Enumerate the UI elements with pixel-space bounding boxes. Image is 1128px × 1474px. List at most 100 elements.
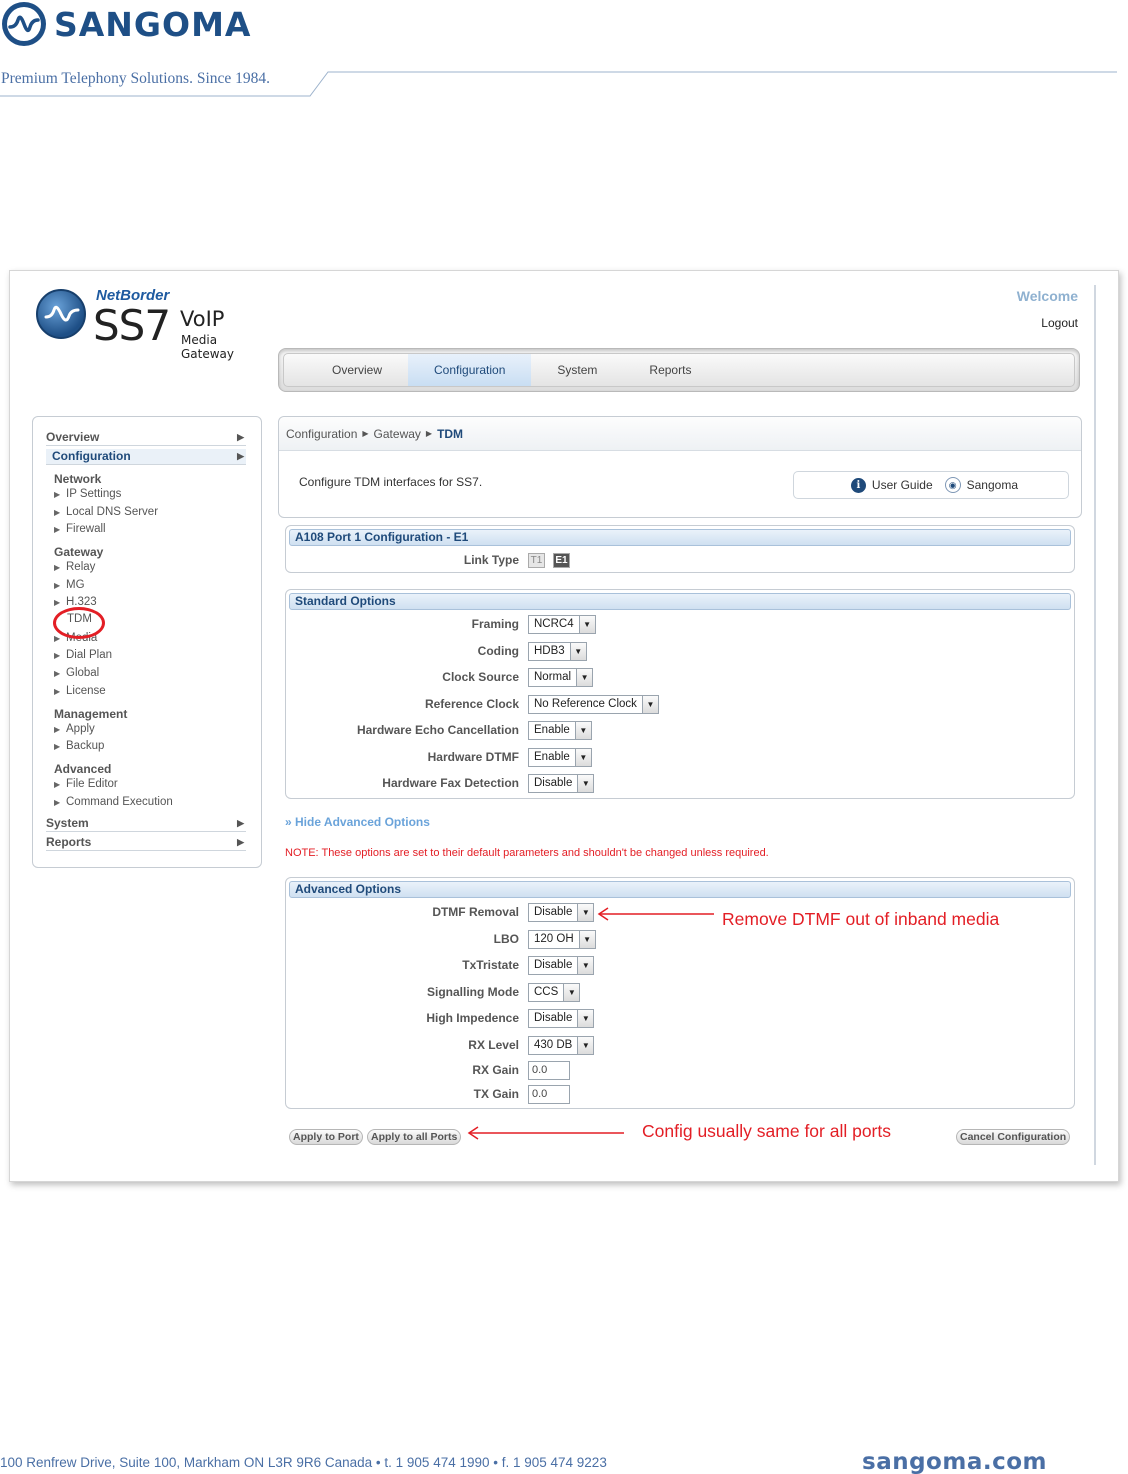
product-name: SS7 [93, 301, 171, 350]
sidebar-group-gateway: Gateway [54, 545, 104, 559]
rx-level-row: RX Level 430 DB ▼ [286, 1035, 1074, 1055]
bullet-arrow-icon: ▶ [54, 687, 61, 696]
info-icon: i [850, 477, 866, 493]
select-value: Disable [534, 906, 573, 918]
select-value: Enable [534, 751, 570, 763]
sidebar-item-backup[interactable]: ▶ Backup [54, 740, 104, 752]
sangoma-doc-logo: SANGOMA [2, 2, 251, 46]
echo-cancel-label: Hardware Echo Cancellation [356, 723, 519, 737]
tab-system[interactable]: System [531, 354, 623, 386]
sidebar-system-label: System [46, 816, 89, 830]
chevron-right-icon: ▶ [237, 451, 244, 461]
netborder-logo: NetBorder SS7 VoIP Media Gateway [36, 287, 266, 361]
hide-advanced-link[interactable]: » Hide Advanced Options [285, 815, 430, 829]
app-screenshot: NetBorder SS7 VoIP Media Gateway Welcome… [9, 270, 1119, 1182]
rx-gain-input[interactable] [528, 1060, 570, 1080]
bullet-arrow-icon: ▶ [54, 563, 61, 572]
tx-gain-input[interactable] [528, 1084, 570, 1104]
framing-row: Framing NCRC4 ▼ [286, 614, 1074, 634]
sidebar-item-file-editor[interactable]: ▶ File Editor [54, 778, 118, 790]
page-description: Configure TDM interfaces for SS7. [299, 475, 483, 489]
sidebar-item-apply[interactable]: ▶ Apply [54, 723, 95, 735]
sidebar-reports[interactable]: Reports ▶ [46, 835, 246, 851]
tab-reports[interactable]: Reports [623, 354, 717, 386]
txtristate-select[interactable]: Disable ▼ [528, 956, 595, 975]
chevron-right-icon: ▶ [237, 818, 244, 828]
reference-clock-select[interactable]: No Reference Clock ▼ [528, 695, 659, 714]
hardware-dtmf-label: Hardware DTMF [427, 750, 519, 764]
select-value: Disable [534, 1012, 573, 1024]
bullet-arrow-icon: ▶ [54, 780, 61, 789]
link-type-e1-button[interactable]: E1 [553, 553, 570, 568]
sidebar-group-network: Network [54, 472, 102, 486]
main-tabbar: Overview Configuration System Reports [278, 348, 1080, 392]
sidebar: Overview ▶ Configuration ▶ Network ▶ IP Set… [32, 416, 262, 868]
sidebar-system[interactable]: System ▶ [46, 816, 246, 832]
dropdown-arrow-icon: ▼ [577, 1037, 594, 1054]
breadcrumb-gateway[interactable]: Gateway [374, 427, 421, 441]
sidebar-item-local-dns[interactable]: ▶ Local DNS Server [54, 506, 158, 518]
rx-gain-label: RX Gain [472, 1063, 519, 1077]
sidebar-group-advanced: Advanced [54, 762, 112, 776]
bullet-arrow-icon: ▶ [54, 490, 61, 499]
tab-configuration[interactable]: Configuration [408, 354, 532, 386]
sidebar-configuration[interactable]: Configuration ▶ [46, 449, 246, 465]
select-value: 430 DB [534, 1039, 573, 1051]
reference-clock-label: Reference Clock [424, 697, 519, 711]
tagline: Premium Telephony Solutions. Since 1984. [1, 70, 271, 87]
bullet-arrow-icon: ▶ [54, 725, 61, 734]
tab-overview[interactable]: Overview [306, 354, 408, 386]
echo-cancel-row: Hardware Echo Cancellation Enable ▼ [286, 720, 1074, 740]
bullet-arrow-icon: ▶ [54, 581, 61, 590]
guide-links: i User Guide ◉ Sangoma [793, 471, 1069, 499]
cancel-configuration-button[interactable]: Cancel Configuration [956, 1129, 1071, 1145]
fax-detection-select[interactable]: Disable ▼ [528, 774, 595, 793]
rx-level-select[interactable]: 430 DB ▼ [528, 1036, 595, 1055]
apply-to-port-button[interactable]: Apply to Port [289, 1129, 363, 1145]
dtmf-removal-select[interactable]: Disable ▼ [528, 903, 595, 922]
sidebar-item-mg[interactable]: ▶ MG [54, 579, 85, 591]
select-value: Enable [534, 724, 570, 736]
annotation-dtmf: Remove DTMF out of inband media [722, 909, 1000, 929]
sidebar-item-command-execution[interactable]: ▶ Command Execution [54, 796, 173, 808]
high-impedence-select[interactable]: Disable ▼ [528, 1009, 595, 1028]
netborder-logo-icon [36, 289, 86, 339]
sidebar-item-label: Apply [66, 723, 95, 735]
tx-gain-row: TX Gain [286, 1084, 1074, 1104]
sidebar-item-firewall[interactable]: ▶ Firewall [54, 523, 106, 535]
sidebar-item-ip-settings[interactable]: ▶ IP Settings [54, 488, 121, 500]
advanced-note: NOTE: These options are set to their def… [285, 847, 769, 859]
bullet-arrow-icon: ▶ [54, 651, 61, 660]
dropdown-arrow-icon: ▼ [641, 696, 658, 713]
logout-link[interactable]: Logout [1041, 316, 1078, 330]
sidebar-item-global[interactable]: ▶ Global [54, 667, 99, 679]
rx-gain-row: RX Gain [286, 1060, 1074, 1080]
signalling-mode-row: Signalling Mode CCS ▼ [286, 982, 1074, 1002]
hardware-dtmf-select[interactable]: Enable ▼ [528, 748, 592, 767]
sidebar-item-dial-plan[interactable]: ▶ Dial Plan [54, 649, 112, 661]
footer-address: 100 Renfrew Drive, Suite 100, Markham ON… [0, 1455, 607, 1470]
user-guide-link[interactable]: User Guide [872, 478, 933, 492]
lbo-label: LBO [493, 932, 519, 946]
echo-cancel-select[interactable]: Enable ▼ [528, 721, 592, 740]
apply-to-all-ports-button[interactable]: Apply to all Ports [367, 1129, 462, 1145]
framing-select[interactable]: NCRC4 ▼ [528, 615, 596, 634]
dropdown-arrow-icon: ▼ [577, 1010, 594, 1027]
sidebar-item-relay[interactable]: ▶ Relay [54, 561, 95, 573]
sidebar-item-label: Backup [66, 740, 105, 752]
clock-source-select[interactable]: Normal ▼ [528, 668, 594, 687]
lbo-select[interactable]: 120 OH ▼ [528, 930, 596, 949]
signalling-mode-select[interactable]: CCS ▼ [528, 983, 581, 1002]
coding-label: Coding [477, 644, 519, 658]
link-type-t1-button[interactable]: T1 [528, 553, 545, 568]
product-sub: VoIP [180, 307, 225, 331]
sidebar-overview[interactable]: Overview ▶ [46, 430, 246, 446]
sangoma-link[interactable]: Sangoma [967, 478, 1018, 492]
select-value: Disable [534, 777, 573, 789]
sidebar-item-license[interactable]: ▶ License [54, 685, 106, 697]
breadcrumb-configuration[interactable]: Configuration [286, 427, 357, 441]
sidebar-item-label: Dial Plan [66, 649, 113, 661]
sidebar-reports-label: Reports [46, 835, 92, 849]
select-value: 120 OH [534, 933, 574, 945]
coding-select[interactable]: HDB3 ▼ [528, 642, 587, 661]
